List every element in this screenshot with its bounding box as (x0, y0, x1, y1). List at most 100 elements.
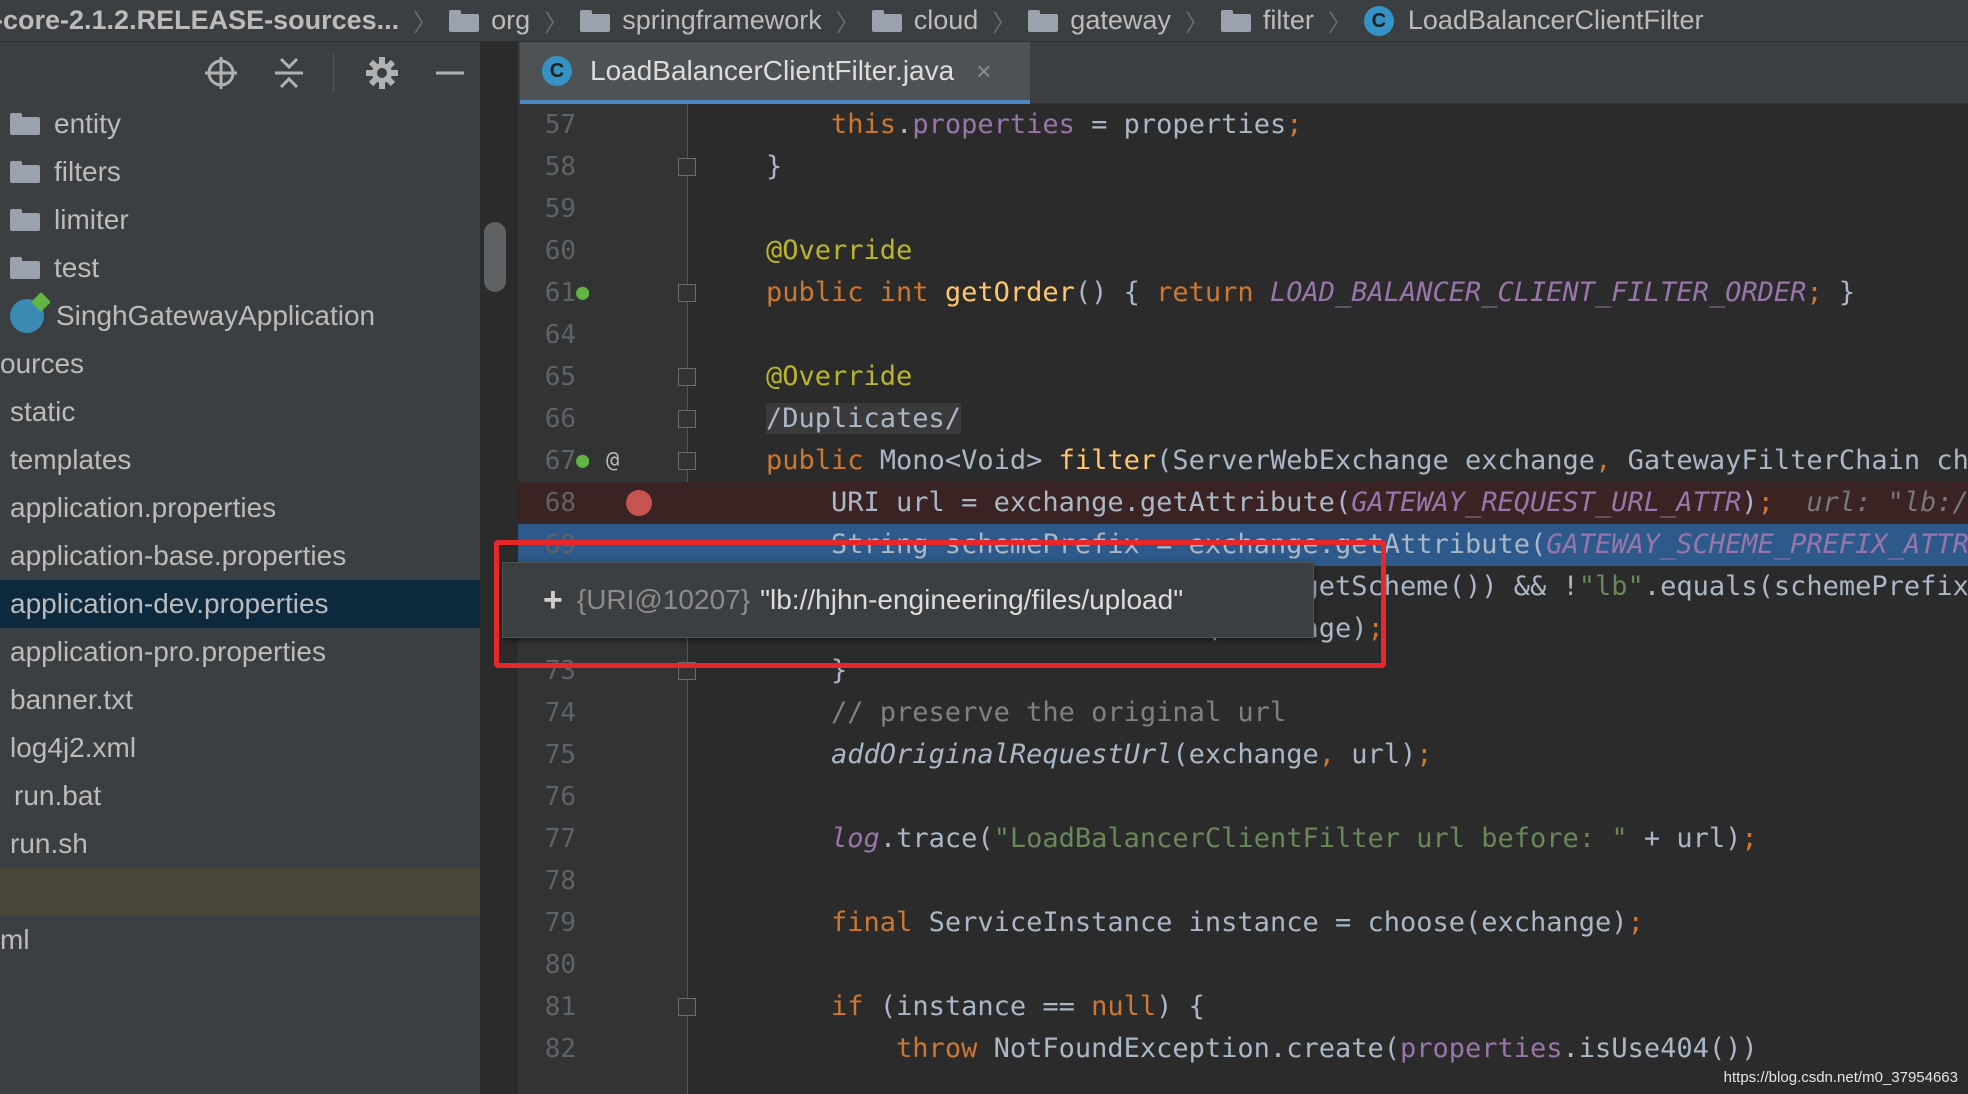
tree-item[interactable]: ources (0, 340, 480, 388)
code-token: ; (1757, 487, 1774, 518)
tree-item[interactable]: test (0, 244, 480, 292)
tree-item[interactable]: filters (0, 148, 480, 196)
fold-icon[interactable] (678, 284, 696, 302)
breadcrumb-item[interactable]: org (449, 0, 531, 41)
fold-icon[interactable] (678, 410, 696, 428)
code-line[interactable]: 78 (518, 860, 1968, 902)
code-token: final (831, 907, 929, 938)
code-line[interactable]: 68 URI url = exchange.getAttribute(GATEW… (518, 482, 1968, 524)
code-token: , (1318, 739, 1352, 770)
code-line[interactable]: 60 @Override (518, 230, 1968, 272)
breadcrumb-label: org (491, 5, 531, 35)
tree-item[interactable]: templates (0, 436, 480, 484)
tree-item-label: log4j2.xml (10, 732, 137, 763)
breadcrumb-label: cloud (913, 5, 979, 35)
code-line[interactable]: 82 throw NotFoundException.create(proper… (518, 1028, 1968, 1070)
code-line[interactable]: 65 @Override (518, 356, 1968, 398)
code-token: @Override (766, 361, 913, 392)
breadcrumb-item[interactable]: -core-2.1.2.RELEASE-sources... (0, 0, 399, 41)
code-token: .trace( (879, 823, 994, 854)
code-token: URI url = exchange.getAttribute( (766, 487, 1352, 518)
code-token: ) (1741, 487, 1758, 518)
tree-item-label: filters (54, 156, 121, 187)
tree-item[interactable]: entity (0, 100, 480, 148)
tree-item[interactable]: log4j2.xml (0, 724, 480, 772)
override-icon[interactable]: ● (576, 272, 589, 314)
tree-item[interactable]: application-base.properties (0, 532, 480, 580)
code-token: "lb" (1578, 571, 1644, 602)
fold-icon[interactable] (678, 158, 696, 176)
tree-item[interactable]: limiter (0, 196, 480, 244)
line-number: 80 (544, 950, 576, 980)
code-line[interactable]: 66/Duplicates/ (518, 398, 1968, 440)
code-line[interactable]: 59 (518, 188, 1968, 230)
collapse-all-icon[interactable] (269, 53, 309, 93)
code-line[interactable]: 80 (518, 944, 1968, 986)
fold-icon[interactable] (678, 998, 696, 1016)
code-token: url: "lb://hjhn-engineering/files/upload… (1806, 487, 1968, 518)
fold-icon[interactable] (678, 452, 696, 470)
code-line[interactable]: 79 final ServiceInstance instance = choo… (518, 902, 1968, 944)
line-number: 82 (544, 1034, 576, 1064)
code-line[interactable]: 58} (518, 146, 1968, 188)
code-token: GATEWAY_SCHEME_PREFIX_ATTR (1546, 529, 1968, 560)
code-line[interactable]: 61 public int getOrder() { return LOAD_BA… (518, 272, 1968, 314)
code-line[interactable]: 81 if (instance == null) { (518, 986, 1968, 1028)
tree-item-label: application.properties (10, 492, 277, 523)
breadcrumb-label: gateway (1070, 5, 1171, 35)
tree-item[interactable]: SinghGatewayApplication (0, 292, 480, 340)
breadcrumb-item[interactable]: filter (1220, 0, 1314, 41)
close-icon[interactable]: × (976, 56, 991, 87)
breakpoint-icon[interactable] (626, 490, 652, 516)
line-number: 57 (544, 110, 576, 140)
code-line[interactable]: 75 addOriginalRequestUrl(exchange, url); (518, 734, 1968, 776)
breadcrumb-item[interactable]: springframework (580, 0, 822, 41)
breadcrumb-item[interactable]: C LoadBalancerClientFilter (1363, 0, 1704, 41)
code-token: // preserve the original url (766, 697, 1287, 728)
override-icon[interactable]: ● (576, 440, 589, 482)
tree-item[interactable]: banner.txt (0, 676, 480, 724)
tree-item[interactable]: run.bat (0, 772, 480, 820)
breadcrumb: -core-2.1.2.RELEASE-sources... 〉 org 〉 sprin… (0, 0, 1968, 42)
tree-item[interactable]: ml (0, 916, 480, 964)
tree-item[interactable]: application-dev.properties (0, 580, 480, 628)
code-line[interactable]: 67 public Mono<Void> filter(ServerWebExch… (518, 440, 1968, 482)
line-number: 77 (544, 824, 576, 854)
tab-label: LoadBalancerClientFilter.java (590, 55, 955, 86)
code-token: if (831, 991, 880, 1022)
code-line[interactable]: 74 // preserve the original url (518, 692, 1968, 734)
code-token: } (766, 151, 783, 182)
tree-item[interactable]: static (0, 388, 480, 436)
code-line[interactable]: 64 (518, 314, 1968, 356)
project-panel: entity filters limiter test SinghGatewayAppl… (0, 42, 506, 1094)
breadcrumb-item[interactable]: gateway (1028, 0, 1171, 41)
folder-icon (10, 257, 40, 279)
locate-icon[interactable] (201, 53, 241, 93)
tree-item[interactable] (0, 868, 480, 916)
tree-item[interactable]: application-pro.properties (0, 628, 480, 676)
code-text: throw NotFoundException.create(propertie… (766, 1028, 1758, 1070)
breadcrumb-item[interactable]: cloud (871, 0, 979, 41)
at-icon[interactable]: @ (606, 440, 619, 482)
code-line[interactable]: 57 this.properties = properties; (518, 104, 1968, 146)
folder-icon (10, 161, 40, 183)
tree-scrollbar[interactable] (484, 222, 506, 292)
tree-item[interactable]: application.properties (0, 484, 480, 532)
folder-icon (1220, 9, 1251, 32)
code-token: Mono<Void> (879, 445, 1059, 476)
fold-icon[interactable] (678, 368, 696, 386)
line-number: 66 (544, 404, 576, 434)
code-line[interactable]: 77 log.trace("LoadBalancerClientFilter u… (518, 818, 1968, 860)
gear-icon[interactable] (362, 53, 402, 93)
minimize-icon[interactable] (430, 53, 470, 93)
tree-item[interactable]: run.sh (0, 820, 480, 868)
breadcrumb-label: filter (1262, 5, 1314, 35)
tab-loadbalancerclientfilter[interactable]: C LoadBalancerClientFilter.java × (520, 42, 1030, 104)
code-token: .isUse404()) (1562, 1033, 1758, 1064)
code-line[interactable]: 76 (518, 776, 1968, 818)
breadcrumb-separator: 〉 (413, 10, 438, 37)
